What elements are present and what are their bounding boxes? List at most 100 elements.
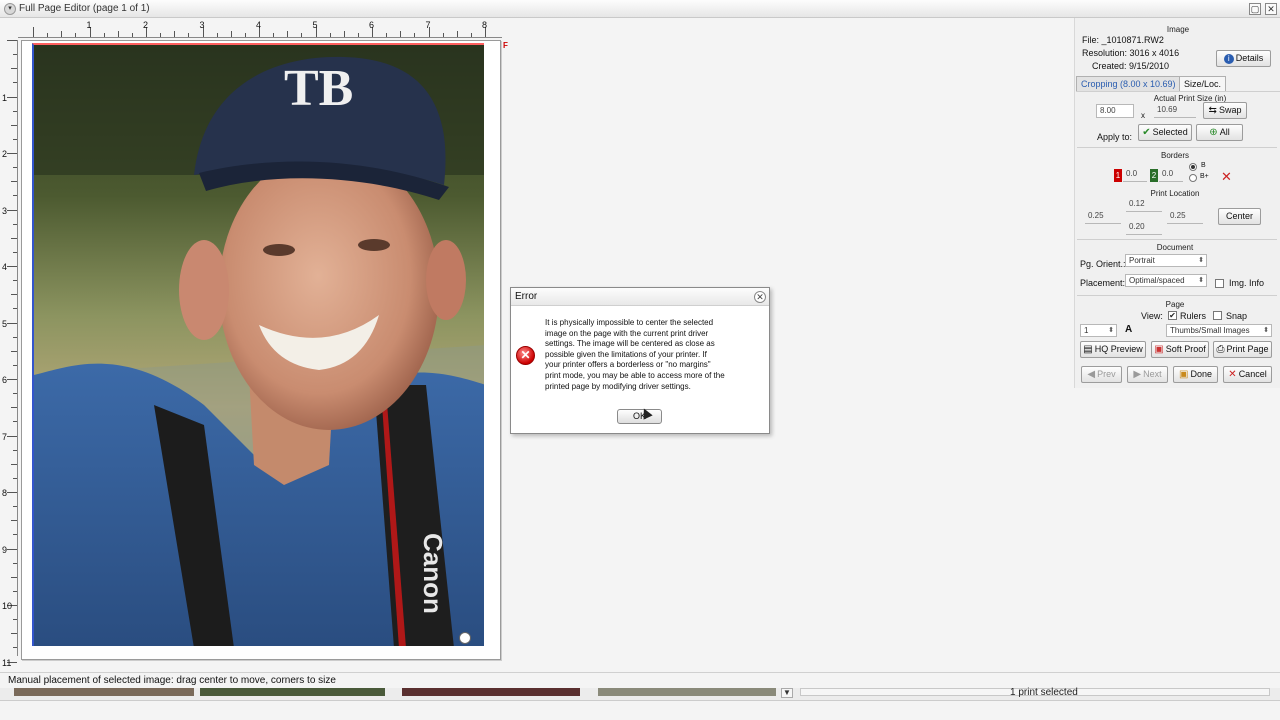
ruler-tick <box>13 534 17 536</box>
copies-value: 1 <box>1084 326 1089 335</box>
border2-field[interactable]: 0.0 <box>1159 168 1183 182</box>
print-page-label: Print Page <box>1226 344 1269 354</box>
ruler-tick <box>13 280 17 282</box>
snap-label: Snap <box>1226 311 1248 321</box>
ruler-tick <box>11 463 17 465</box>
dialog-message: It is physically impossible to center th… <box>545 318 725 391</box>
window-title: Full Page Editor (page 1 of 1) <box>19 3 150 14</box>
window-menu-icon[interactable]: ▾ <box>4 3 16 15</box>
orient-label: Pg. Orient.: <box>1080 259 1126 269</box>
apply-selected-button[interactable]: ✔ Selected <box>1138 124 1192 141</box>
thumbs-arrow-icon: ⬍ <box>1263 327 1269 334</box>
ruler-tick <box>13 477 17 479</box>
placement-select[interactable]: Optimal/spaced ⬍ <box>1125 274 1207 287</box>
img-info-checkbox[interactable] <box>1215 279 1224 288</box>
view-label: View: <box>1141 311 1163 321</box>
border-bplus-radio[interactable] <box>1189 174 1197 182</box>
photo-image[interactable]: Canon TB <box>32 43 484 646</box>
svg-text:Canon: Canon <box>418 533 448 614</box>
printer-icon: ⎙ <box>1216 344 1225 355</box>
ruler-label: 3 <box>199 20 205 30</box>
maximize-icon[interactable]: ▢ <box>1249 3 1261 15</box>
cancel-label: Cancel <box>1238 369 1267 379</box>
font-icon[interactable]: A <box>1125 324 1132 335</box>
ruler-tick <box>7 266 17 267</box>
apply-to-label: Apply to: <box>1097 132 1133 142</box>
ruler-tick <box>13 110 17 112</box>
thumbs-select[interactable]: Thumbs/Small Images ⬍ <box>1166 324 1272 337</box>
dialog-close-icon[interactable]: ✕ <box>754 291 766 303</box>
close-window-icon[interactable]: ✕ <box>1265 3 1277 15</box>
ruler-label: 6 <box>369 20 375 30</box>
border-b-label: B <box>1201 162 1206 169</box>
error-icon: ✕ <box>516 346 535 365</box>
ruler-label: 8 <box>2 488 8 498</box>
next-button[interactable]: ▶ Next <box>1127 366 1168 383</box>
svg-text:TB: TB <box>284 60 353 117</box>
preview-icon: ▤ <box>1083 344 1093 355</box>
loc-left-field[interactable]: 0.25 <box>1085 210 1121 224</box>
ruler-tick <box>13 138 17 140</box>
print-location-title: Print Location <box>1150 189 1200 198</box>
info-icon: i <box>1223 54 1234 64</box>
hq-preview-button[interactable]: ▤ HQ Preview <box>1080 341 1146 358</box>
ruler-tick <box>11 237 17 239</box>
dialog-title: Error <box>515 291 538 302</box>
ruler-label: 10 <box>2 601 13 611</box>
strip-scroll-down-icon[interactable]: ▼ <box>781 688 793 698</box>
thumbnail[interactable] <box>402 688 580 696</box>
thumbnail[interactable] <box>598 688 776 696</box>
ruler-tick <box>13 364 17 366</box>
print-page-button[interactable]: ⎙ Print Page <box>1213 341 1272 358</box>
f-marker: F <box>503 41 508 50</box>
soft-proof-button[interactable]: ▣ Soft Proof <box>1151 341 1209 358</box>
copies-select[interactable]: 1 ⬍ <box>1080 324 1117 337</box>
tab-size-loc[interactable]: Size/Loc. <box>1179 76 1227 91</box>
portrait-photo: Canon TB <box>34 45 484 646</box>
clear-borders-icon[interactable]: ✕ <box>1221 169 1232 185</box>
ruler-tick <box>13 195 17 197</box>
ruler-tick <box>442 33 444 37</box>
ruler-label: 2 <box>143 20 149 30</box>
loc-bottom-field[interactable]: 0.20 <box>1126 221 1162 235</box>
created-date: Created: 9/15/2010 <box>1092 61 1170 71</box>
file-name: File: _1010871.RW2 <box>1082 35 1164 45</box>
img-info-label: Img. Info <box>1229 278 1265 288</box>
center-button[interactable]: Center <box>1218 208 1261 225</box>
thumbnail[interactable] <box>200 688 385 696</box>
done-icon: ▣ <box>1179 369 1189 380</box>
border2-index: 2 <box>1150 169 1158 182</box>
ruler-tick <box>273 33 275 37</box>
border1-field[interactable]: 0.0 <box>1123 168 1147 182</box>
ruler-label: 11 <box>2 657 12 668</box>
ruler-tick <box>13 506 17 508</box>
prev-icon: ◀ <box>1087 369 1096 380</box>
ruler-tick <box>7 435 17 437</box>
thumbnail[interactable] <box>14 688 194 696</box>
ruler-tick <box>7 548 17 550</box>
swap-button[interactable]: ⇆ Swap <box>1203 102 1247 119</box>
rulers-checkbox[interactable]: ✔ <box>1168 311 1177 320</box>
done-button[interactable]: ▣ Done <box>1173 366 1218 383</box>
ruler-tick <box>13 619 17 621</box>
width-field[interactable]: 8.00 <box>1096 104 1134 118</box>
ruler-tick <box>7 492 17 493</box>
done-label: Done <box>1190 369 1212 379</box>
orientation-value: Portrait <box>1129 256 1155 265</box>
snap-checkbox[interactable] <box>1213 311 1222 320</box>
prev-button[interactable]: ◀ Prev <box>1081 366 1122 383</box>
border-bplus-label: B+ <box>1200 173 1209 180</box>
orientation-select[interactable]: Portrait ⬍ <box>1125 254 1207 267</box>
resize-handle[interactable] <box>459 632 471 644</box>
height-field[interactable]: 10.69 <box>1154 104 1196 118</box>
loc-right-field[interactable]: 0.25 <box>1167 210 1203 224</box>
check-icon: ✔ <box>1142 127 1151 138</box>
loc-top-field[interactable]: 0.12 <box>1126 198 1162 212</box>
tab-cropping[interactable]: Cropping (8.00 x 10.69) <box>1076 76 1181 91</box>
border-b-radio[interactable] <box>1189 163 1197 171</box>
details-button[interactable]: i Details <box>1216 50 1271 67</box>
apply-all-button[interactable]: ⊕ All <box>1196 124 1243 141</box>
cancel-button[interactable]: ✕ Cancel <box>1223 366 1272 383</box>
soft-proof-icon: ▣ <box>1154 344 1164 355</box>
ruler-tick <box>11 576 17 578</box>
